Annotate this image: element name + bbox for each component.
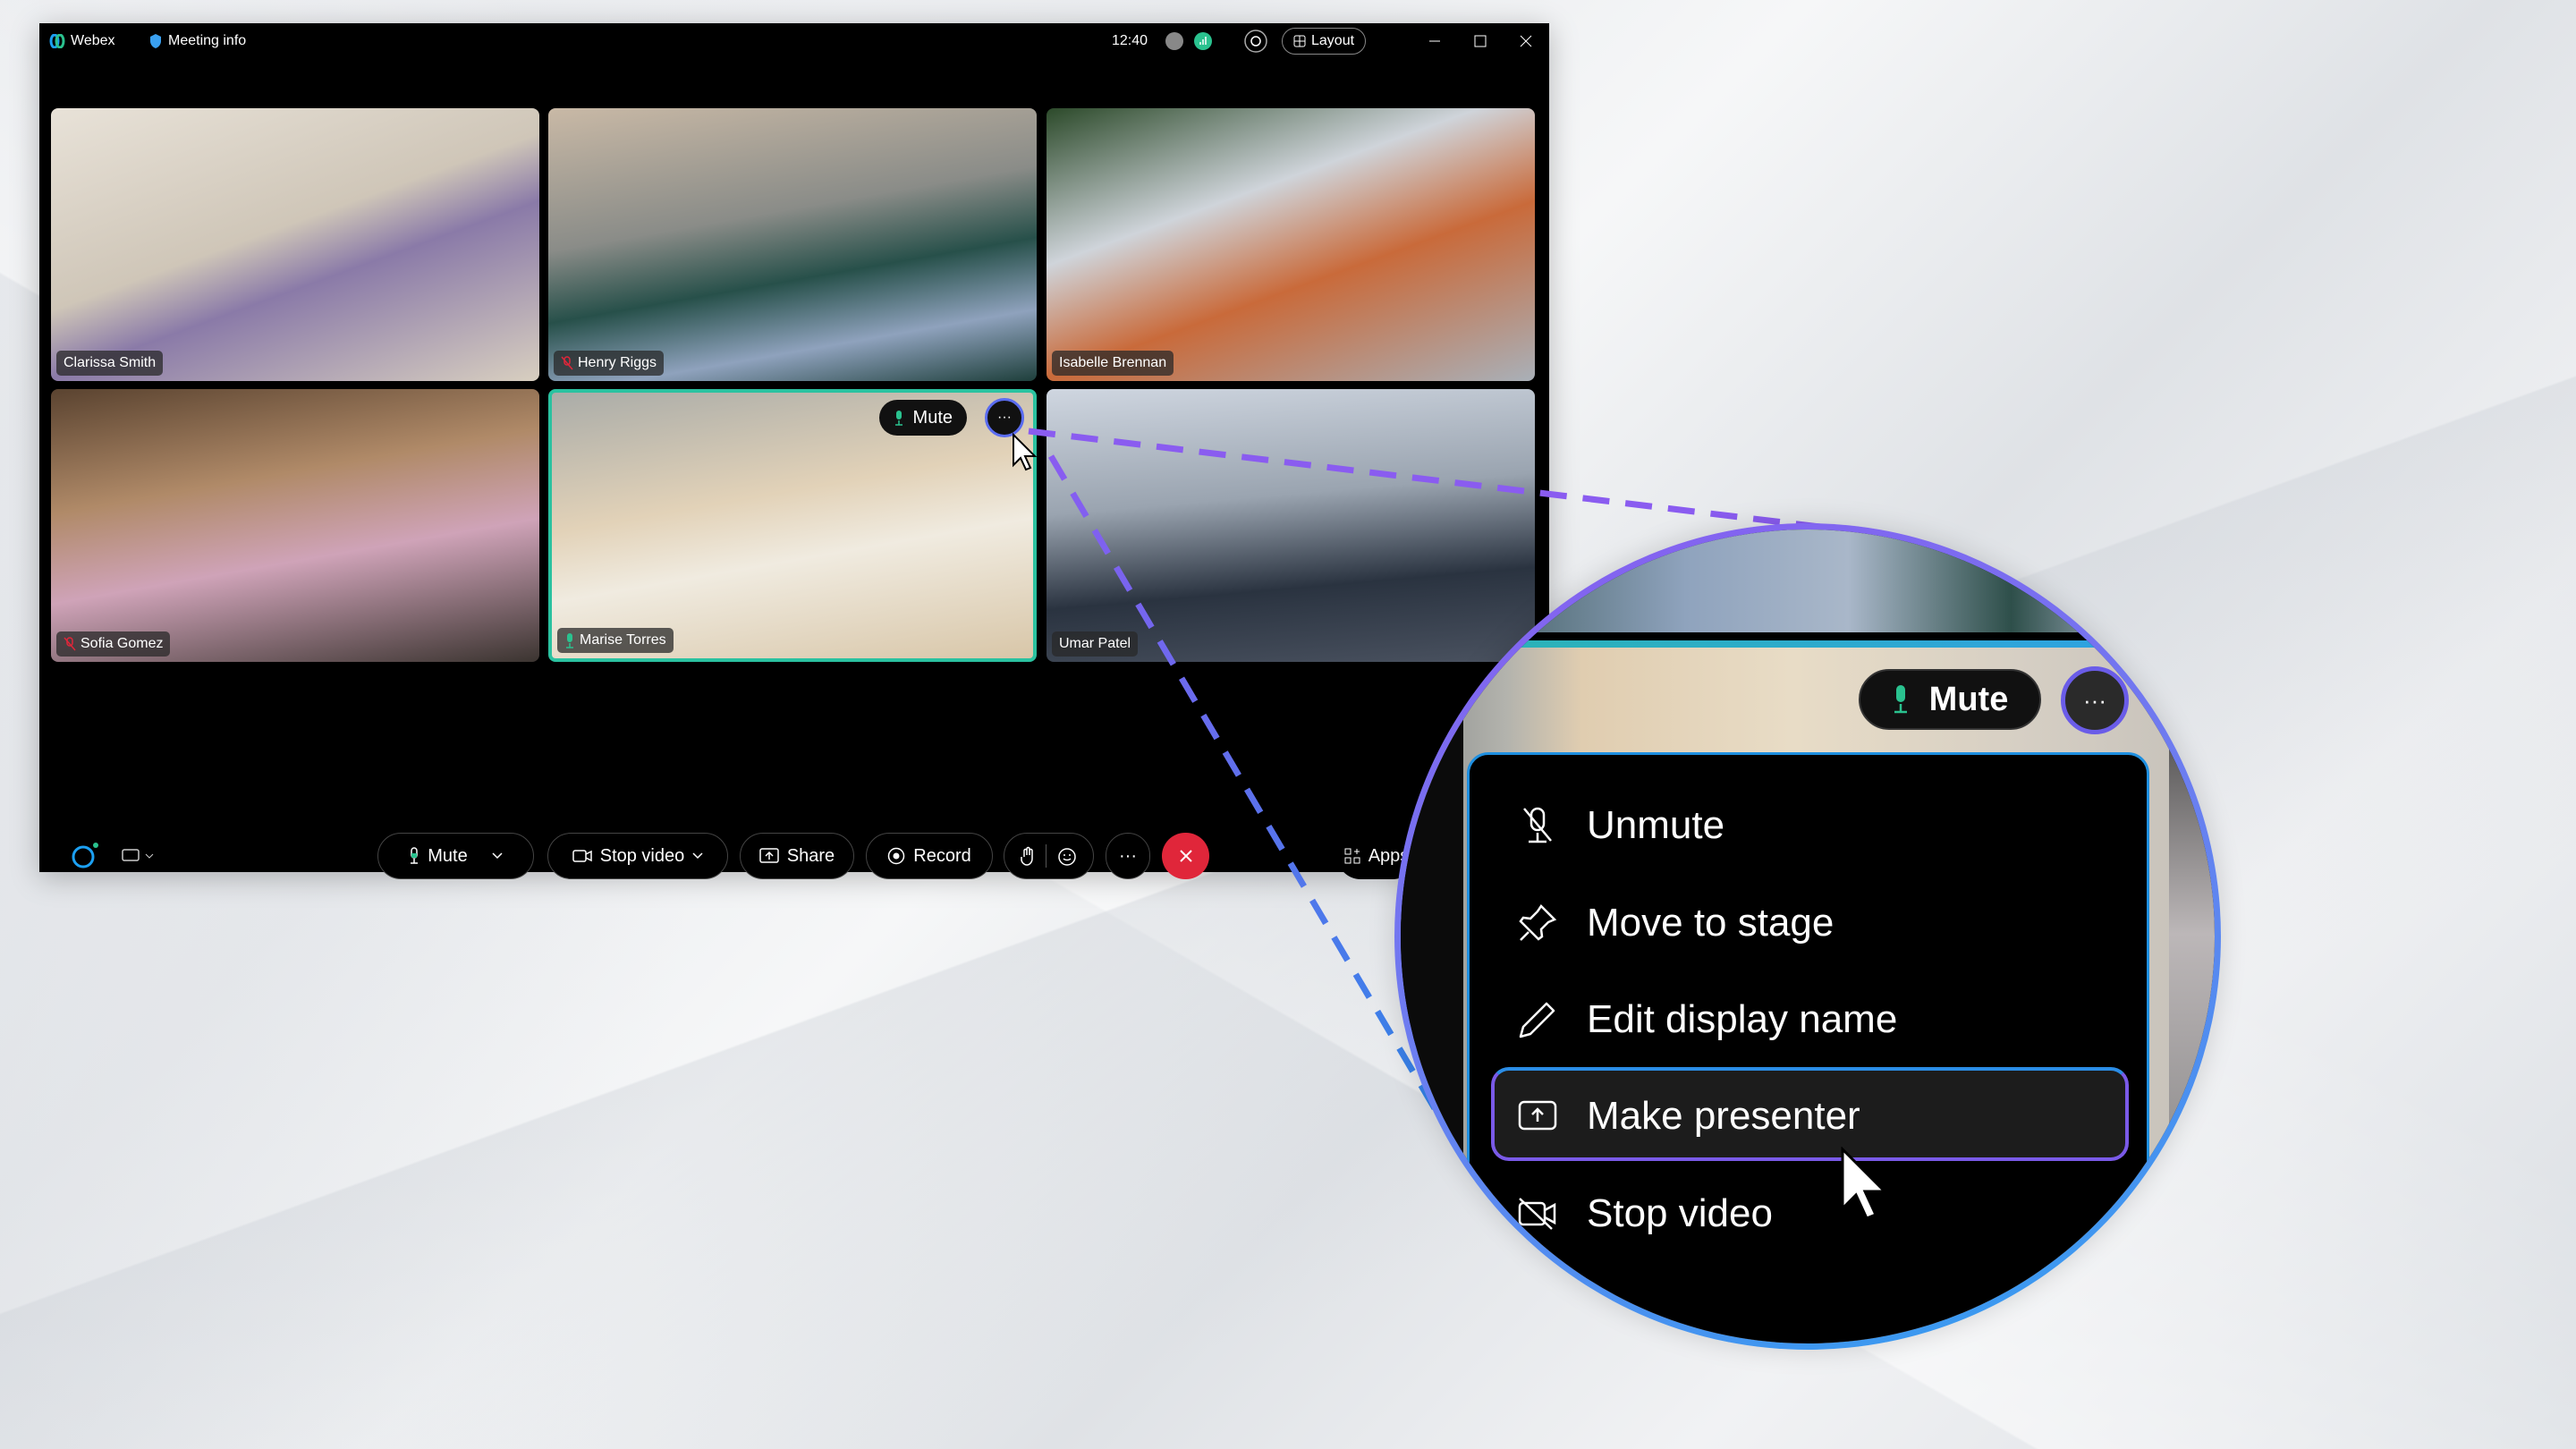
- video-tile-marise-torres[interactable]: Marise Torres Mute ···: [548, 389, 1037, 662]
- mic-active-icon: [564, 632, 575, 648]
- webex-logo-icon: [49, 34, 65, 48]
- mic-muted-icon: [561, 356, 573, 370]
- stop-video-button[interactable]: Stop video: [547, 833, 728, 879]
- menu-item-label: Move to stage: [1587, 901, 1835, 945]
- record-button[interactable]: Record: [866, 833, 993, 879]
- raise-hand-icon[interactable]: [1021, 846, 1035, 866]
- mute-label: Mute: [428, 845, 468, 866]
- name-tag: Isabelle Brennan: [1052, 351, 1174, 376]
- menu-item-label: Edit display name: [1587, 997, 1898, 1041]
- record-icon: [887, 847, 905, 865]
- close-window-button[interactable]: [1520, 35, 1532, 47]
- stop-video-label: Stop video: [599, 845, 685, 866]
- tile-more-options-button[interactable]: ···: [985, 398, 1024, 437]
- mic-icon: [894, 410, 904, 426]
- meeting-info-label: Meeting info: [168, 33, 247, 48]
- magnified-more-options-button[interactable]: ···: [2061, 666, 2129, 734]
- name-tag: Henry Riggs: [554, 351, 665, 376]
- menu-item-edit-display-name[interactable]: Edit display name: [1470, 975, 2147, 1064]
- more-label: ···: [997, 410, 1012, 425]
- connection-icon[interactable]: [1165, 31, 1184, 51]
- shield-info-icon: [148, 33, 163, 49]
- apps-grid-icon: [1344, 848, 1360, 864]
- pencil-icon: [1516, 998, 1559, 1041]
- name-tag: Marise Torres: [557, 628, 674, 653]
- meeting-info-button[interactable]: Meeting info: [148, 33, 246, 49]
- pin-icon: [1516, 902, 1559, 945]
- chevron-down-icon: [492, 852, 503, 860]
- tile-mute-button[interactable]: Mute: [878, 400, 967, 436]
- menu-item-label: Stop video: [1587, 1191, 1773, 1235]
- mute-label: Mute: [912, 407, 953, 428]
- share-screen-icon: [1516, 1095, 1559, 1138]
- video-camera-icon: [572, 849, 592, 863]
- end-call-button[interactable]: [1162, 833, 1209, 879]
- reactions-group: [1004, 833, 1094, 879]
- menu-item-label: Make presenter: [1587, 1094, 1860, 1138]
- participant-name: Sofia Gomez: [80, 636, 164, 651]
- selected-tile-border: [1401, 640, 2215, 648]
- reaction-smiley-icon[interactable]: [1057, 846, 1077, 866]
- app-name: Webex: [71, 33, 115, 48]
- mute-button[interactable]: Mute: [377, 833, 534, 879]
- participant-name: Clarissa Smith: [64, 355, 157, 370]
- mic-icon: [409, 847, 419, 865]
- share-button[interactable]: Share: [740, 833, 854, 879]
- magnified-mute-button[interactable]: Mute: [1859, 669, 2041, 730]
- name-tag: Clarissa Smith: [56, 351, 164, 376]
- participant-name: Umar Patel: [1059, 636, 1131, 651]
- maximize-button[interactable]: [1474, 35, 1487, 47]
- webex-meeting-window: Webex Meeting info 12:40 Layout Clarissa…: [39, 23, 1549, 879]
- menu-item-label: Unmute: [1587, 803, 1725, 847]
- menu-item-make-presenter[interactable]: Make presenter: [1470, 1072, 2147, 1161]
- meeting-time: 12:40: [1112, 33, 1148, 48]
- magnified-view: Mute ··· Unmute Move to stage Edit displ…: [1394, 523, 2221, 1350]
- participant-name: Isabelle Brennan: [1059, 355, 1167, 370]
- record-label: Record: [913, 845, 971, 866]
- video-tile-henry-riggs[interactable]: Henry Riggs: [548, 108, 1037, 381]
- video-tile-clarissa-smith[interactable]: Clarissa Smith: [51, 108, 539, 381]
- menu-item-move-to-stage[interactable]: Move to stage: [1470, 878, 2147, 968]
- mute-label: Mute: [1928, 680, 2009, 718]
- video-tile-sofia-gomez[interactable]: Sofia Gomez: [51, 389, 539, 662]
- chevron-down-icon: [692, 852, 703, 860]
- more-label: ···: [1119, 845, 1137, 866]
- menu-item-stop-video[interactable]: Stop video: [1470, 1169, 2147, 1258]
- share-screen-icon: [759, 848, 779, 864]
- mic-muted-icon: [64, 637, 76, 651]
- layout-button[interactable]: Layout: [1282, 28, 1367, 55]
- participant-name: Marise Torres: [580, 632, 666, 648]
- name-tag: Umar Patel: [1052, 631, 1139, 657]
- layout-grid-icon: [1293, 35, 1306, 47]
- magnified-tile-above: [1401, 530, 2215, 632]
- signal-strength-icon[interactable]: [1193, 31, 1213, 51]
- participant-name: Henry Riggs: [578, 355, 657, 370]
- minimize-button[interactable]: [1428, 35, 1441, 47]
- menu-item-unmute[interactable]: Unmute: [1470, 781, 2147, 870]
- app-title: Webex: [49, 33, 115, 49]
- more-label: ···: [2083, 686, 2106, 714]
- mic-icon: [1892, 684, 1910, 715]
- name-tag: Sofia Gomez: [56, 631, 171, 657]
- mic-off-icon: [1516, 804, 1559, 847]
- video-off-icon: [1516, 1192, 1559, 1235]
- title-bar: Webex Meeting info 12:40 Layout: [39, 23, 1549, 59]
- captions-button[interactable]: [122, 833, 154, 879]
- assistant-button[interactable]: [70, 833, 100, 879]
- participant-context-menu: Unmute Move to stage Edit display name M…: [1467, 752, 2149, 1343]
- magnified-toolbar-edge: [1401, 648, 1463, 1274]
- video-tile-isabelle-brennan[interactable]: Isabelle Brennan: [1046, 108, 1535, 381]
- share-label: Share: [786, 845, 835, 866]
- layout-label: Layout: [1311, 33, 1355, 48]
- zoom-icon[interactable]: [1243, 29, 1268, 54]
- more-options-button[interactable]: ···: [1106, 833, 1150, 879]
- magnified-tile-right: [2169, 648, 2215, 1343]
